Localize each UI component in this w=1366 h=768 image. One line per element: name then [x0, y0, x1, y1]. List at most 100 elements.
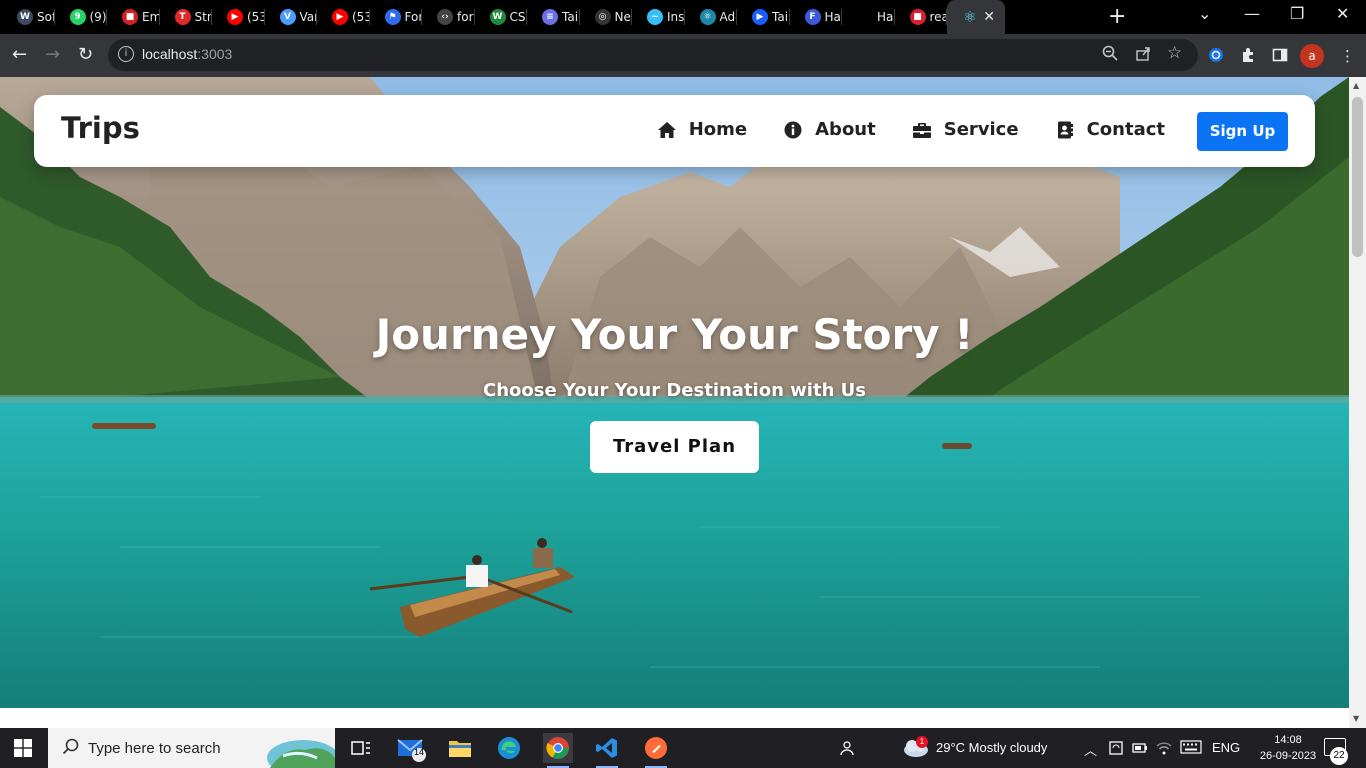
- nav-link-contact[interactable]: Contact: [1055, 119, 1165, 140]
- vscode-icon[interactable]: [592, 733, 622, 768]
- browser-tab[interactable]: F Ha: [790, 0, 842, 34]
- browser-tab[interactable]: ▶ Tail: [737, 0, 790, 34]
- sign-up-button[interactable]: Sign Up: [1197, 112, 1288, 151]
- address-book-icon: [1057, 121, 1073, 138]
- browser-tab[interactable]: ◎Net: [580, 0, 633, 34]
- tab-title: Net: [614, 10, 633, 24]
- address-bar[interactable]: i localhost:3003 ☆: [108, 39, 1198, 71]
- browser-menu-icon[interactable]: ⋮: [1340, 47, 1355, 65]
- nav-link-about[interactable]: About: [783, 119, 876, 140]
- tab-title: for: [457, 10, 474, 24]
- nav-link-label: Service: [943, 119, 1019, 140]
- nav-link-service[interactable]: Service: [912, 119, 1019, 140]
- wifi-icon[interactable]: [1156, 740, 1172, 759]
- postman-icon[interactable]: [641, 733, 671, 768]
- mail-app-icon[interactable]: 14: [396, 733, 426, 763]
- bookmark-star-icon[interactable]: ☆: [1167, 43, 1182, 63]
- info-icon: [784, 121, 802, 138]
- task-view-icon[interactable]: [346, 733, 376, 763]
- tab-favicon-icon: ⚛: [962, 8, 978, 26]
- browser-tab[interactable]: Ha: [842, 0, 895, 34]
- tab-favicon-icon: ⚑: [384, 9, 401, 25]
- file-explorer-icon[interactable]: [445, 733, 475, 763]
- browser-tab[interactable]: VVar: [265, 0, 318, 34]
- chrome-browser-icon[interactable]: [543, 733, 573, 768]
- battery-icon[interactable]: [1132, 740, 1148, 759]
- site-info-icon[interactable]: i: [118, 46, 134, 62]
- tab-title: Tail: [772, 10, 790, 24]
- show-hidden-icons-chevron-icon[interactable]: ︿: [1084, 740, 1097, 759]
- new-tab-button[interactable]: +: [1108, 4, 1126, 29]
- site-logo[interactable]: Trips: [61, 111, 140, 145]
- puzzle-extensions-icon[interactable]: [1240, 47, 1256, 67]
- profile-avatar[interactable]: a: [1300, 44, 1324, 68]
- reload-button[interactable]: ↻: [78, 44, 93, 65]
- taskbar-search-box[interactable]: Type here to search: [48, 728, 335, 768]
- tab-search-icon[interactable]: ⌄: [1198, 4, 1211, 23]
- tab-title: Var: [299, 10, 318, 24]
- notification-count-badge: 22: [1330, 747, 1348, 765]
- tab-title: rea: [929, 10, 948, 24]
- browser-tab[interactable]: TStri: [160, 0, 213, 34]
- tray-sync-icon[interactable]: [1108, 740, 1124, 759]
- tab-title: (53: [352, 10, 370, 24]
- browser-toolbar: ← → ↻ i localhost:3003 ☆ a ⋮: [0, 34, 1366, 77]
- windows-taskbar: Type here to search 14 1 29°C Mostly clo…: [0, 728, 1366, 768]
- briefcase-icon: [912, 122, 931, 138]
- nav-link-home[interactable]: Home: [657, 119, 747, 140]
- keyboard-icon[interactable]: [1180, 740, 1202, 757]
- distant-boat-right: [942, 443, 972, 449]
- tab-favicon-icon: T: [174, 9, 191, 25]
- browser-tab[interactable]: ■ Em: [107, 0, 160, 34]
- browser-tab[interactable]: 9 (9): [55, 0, 107, 34]
- scroll-up-arrow-icon[interactable]: ▲: [1353, 81, 1359, 90]
- browser-tab[interactable]: ~ Inst: [632, 0, 685, 34]
- hero-section: Trips Home About Service Contact Sign Up…: [0, 77, 1349, 708]
- clock-date: 26-09-2023: [1259, 750, 1317, 762]
- browser-tab[interactable]: ⚑ For: [370, 0, 423, 34]
- browser-tab[interactable]: WCSS: [475, 0, 527, 34]
- forward-button[interactable]: →: [45, 44, 60, 65]
- system-clock[interactable]: 14:08 26-09-2023: [1256, 732, 1320, 764]
- scroll-down-arrow-icon[interactable]: ▼: [1353, 714, 1359, 723]
- browser-tab[interactable]: ⚛Ade: [685, 0, 737, 34]
- edge-browser-icon[interactable]: [494, 733, 524, 763]
- nav-links: Home About Service Contact: [657, 119, 1165, 140]
- nav-link-label: Contact: [1086, 119, 1165, 140]
- restore-button[interactable]: ❐: [1290, 4, 1304, 23]
- people-icon[interactable]: [840, 740, 856, 759]
- weather-alert-badge: 1: [916, 736, 928, 748]
- browser-tab-active[interactable]: ⚛ ✕: [947, 0, 1005, 34]
- tab-favicon-icon: ■: [122, 9, 138, 25]
- browser-tab[interactable]: ▶ (53: [212, 0, 265, 34]
- share-icon[interactable]: [1135, 45, 1151, 65]
- minimize-button[interactable]: —: [1244, 4, 1260, 23]
- tab-close-icon[interactable]: ✕: [983, 9, 995, 25]
- tab-title: For: [404, 10, 423, 24]
- input-language[interactable]: ENG: [1212, 740, 1240, 755]
- travel-plan-button[interactable]: Travel Plan: [590, 421, 759, 473]
- browser-tab[interactable]: ▶ (53: [317, 0, 370, 34]
- tab-favicon-icon: ≡: [542, 9, 558, 25]
- browser-tab[interactable]: W Sof: [2, 0, 55, 34]
- home-icon: [657, 121, 676, 138]
- close-window-button[interactable]: ✕: [1336, 4, 1349, 23]
- page-scrollbar[interactable]: ▲ ▼: [1349, 77, 1366, 728]
- scrollbar-thumb[interactable]: [1352, 97, 1363, 257]
- hero-subtitle: Choose Your Your Destination with Us: [483, 380, 866, 401]
- zoom-icon[interactable]: [1102, 45, 1118, 65]
- mail-badge: 14: [414, 747, 425, 757]
- tab-favicon-icon: 9: [69, 9, 86, 25]
- url-text: localhost:3003: [142, 46, 233, 62]
- windows-start-icon[interactable]: [14, 739, 32, 761]
- tab-favicon-icon: V: [279, 9, 296, 25]
- back-button[interactable]: ←: [12, 44, 27, 65]
- side-panel-icon[interactable]: [1272, 47, 1288, 67]
- weather-text[interactable]: 29°C Mostly cloudy: [936, 740, 1047, 755]
- extension-icon[interactable]: [1208, 47, 1224, 67]
- tab-favicon-icon: ■: [909, 9, 926, 25]
- browser-tab[interactable]: ■ rea: [895, 0, 948, 34]
- browser-tab[interactable]: ≡ Tail: [527, 0, 580, 34]
- tab-title: Stri: [194, 10, 213, 24]
- browser-tab[interactable]: ‹› for: [422, 0, 475, 34]
